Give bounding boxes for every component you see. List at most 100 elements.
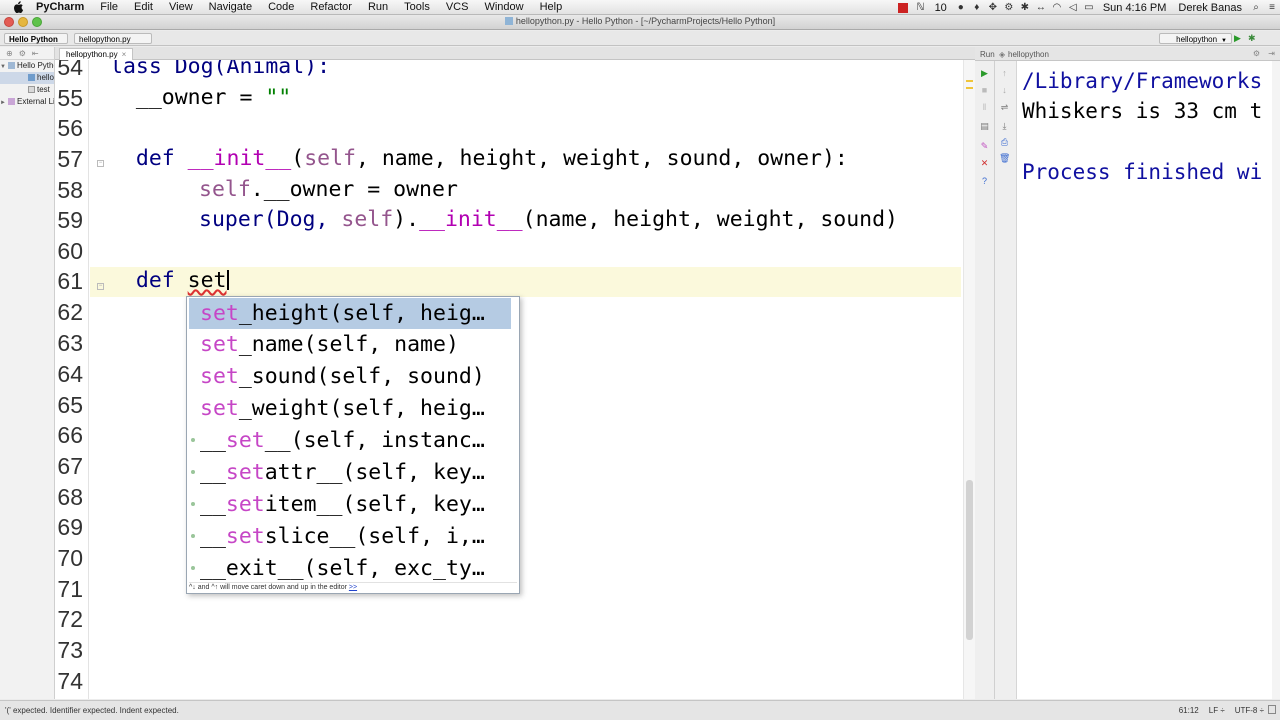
line-number: 70	[57, 545, 83, 571]
completion-match: set	[225, 460, 265, 485]
tree-item-test[interactable]: test	[0, 84, 54, 96]
method-dot-icon	[191, 438, 195, 442]
tree-item-hellopython[interactable]: hellopython.py	[0, 72, 54, 84]
run-panel-title: Run	[980, 50, 995, 59]
bell-icon[interactable]: ♦	[969, 2, 985, 13]
breadcrumb-file[interactable]: hellopython.py	[74, 33, 152, 44]
fold-marker-icon[interactable]: −	[97, 160, 104, 167]
menu-code[interactable]: Code	[260, 0, 302, 15]
stop-icon[interactable]: ■	[979, 85, 990, 96]
settings-icon[interactable]: ⚙	[1253, 49, 1260, 58]
completion-hint-link[interactable]: >>	[349, 584, 357, 591]
battery-level-text[interactable]: 10	[929, 2, 953, 14]
completion-prefix: __	[200, 460, 226, 485]
run-icon[interactable]: ▶	[1234, 33, 1244, 43]
completion-item[interactable]: __setattr__(self, key…	[189, 457, 511, 488]
editor-vertical-scrollbar[interactable]	[963, 60, 975, 699]
menu-window[interactable]: Window	[476, 0, 531, 15]
run-configuration-select[interactable]: hellopython ▼	[1159, 33, 1232, 44]
collapse-icon[interactable]: ⇤	[32, 49, 39, 58]
hide-panel-icon[interactable]: ⇥	[1268, 49, 1275, 58]
fold-marker-icon[interactable]: −	[97, 283, 104, 290]
line-separator[interactable]: LF ÷	[1209, 706, 1225, 715]
line-number: 56	[57, 115, 83, 141]
warning-marker[interactable]	[966, 87, 973, 89]
debug-icon[interactable]: ✱	[1248, 33, 1260, 43]
pin-icon[interactable]: ✎	[979, 141, 990, 152]
line-number: 63	[57, 330, 83, 356]
menu-view[interactable]: View	[161, 0, 201, 15]
breadcrumb-project[interactable]: Hello Python	[4, 33, 68, 44]
input-source-icon[interactable]: ℕ	[913, 2, 929, 13]
code-self-token: self	[341, 207, 394, 232]
menu-refactor[interactable]: Refactor	[302, 0, 360, 15]
completion-item[interactable]: __set__(self, instanc…	[189, 425, 511, 456]
menu-help[interactable]: Help	[532, 0, 571, 15]
menu-edit[interactable]: Edit	[126, 0, 161, 15]
completion-item[interactable]: set_name(self, name)	[189, 329, 511, 360]
pause-icon[interactable]: ‖	[979, 102, 990, 113]
help-icon[interactable]: ?	[979, 176, 990, 187]
completion-rest: __(self, instanc…	[264, 428, 485, 453]
text-file-icon	[28, 86, 35, 93]
menu-user-name[interactable]: Derek Banas	[1172, 2, 1248, 14]
scroll-up-icon[interactable]: ↑	[999, 68, 1010, 79]
menu-run[interactable]: Run	[360, 0, 396, 15]
method-dot-icon	[191, 566, 195, 570]
completion-prefix: __	[200, 428, 226, 453]
menu-clock[interactable]: Sun 4:16 PM	[1097, 2, 1173, 14]
tree-toggle-expanded-icon[interactable]: ▼	[0, 61, 8, 72]
file-encoding[interactable]: UTF-8 ÷	[1235, 706, 1264, 715]
scroll-down-icon[interactable]: ↓	[999, 85, 1010, 96]
bluetooth-icon[interactable]: ✱	[1017, 2, 1033, 13]
close-icon[interactable]: ✕	[979, 158, 990, 169]
recording-icon[interactable]	[897, 2, 908, 13]
soft-wrap-icon[interactable]: ⇌	[999, 102, 1010, 113]
editor-tab-hellopython[interactable]: hellopython.py ×	[59, 48, 134, 60]
completion-hint-text: ^↓ and ^↑ will move caret down and up in…	[189, 584, 347, 591]
lock-icon[interactable]	[1268, 705, 1276, 714]
print-icon[interactable]: ⎙	[999, 137, 1010, 148]
clear-all-icon[interactable]: 🗑	[999, 153, 1010, 164]
warning-marker[interactable]	[966, 80, 973, 82]
menu-tools[interactable]: Tools	[396, 0, 438, 15]
caret-position[interactable]: 61:12	[1179, 706, 1199, 715]
scroll-to-end-icon[interactable]: ⤓	[999, 121, 1010, 132]
volume-icon[interactable]: ↔	[1033, 2, 1049, 13]
sync-icon[interactable]: ⚙	[1001, 2, 1017, 13]
completion-item[interactable]: set_sound(self, sound)	[189, 361, 511, 392]
close-icon[interactable]: ×	[122, 50, 127, 59]
settings-icon[interactable]: ⚙	[19, 49, 26, 58]
restore-layout-icon[interactable]: ▤	[979, 121, 990, 132]
speaker-icon[interactable]: ◁	[1065, 2, 1081, 13]
sync-icon[interactable]: ⊕	[6, 49, 13, 58]
menu-app-name[interactable]: PyCharm	[30, 0, 92, 15]
code-self-token: self	[199, 177, 251, 202]
notification-center-icon[interactable]: ≡	[1264, 2, 1280, 13]
python-file-icon	[504, 17, 513, 25]
completion-item[interactable]: __setslice__(self, i,…	[189, 521, 511, 552]
completion-item[interactable]: set_height(self, heig…	[189, 298, 511, 329]
tree-toggle-collapsed-icon[interactable]: ►	[0, 97, 8, 108]
notification-icon[interactable]: ●	[953, 2, 969, 13]
completion-item[interactable]: set_weight(self, heig…	[189, 393, 511, 424]
dropbox-icon[interactable]: ✥	[985, 2, 1001, 13]
apple-menu-icon[interactable]	[12, 1, 24, 13]
scroll-thumb[interactable]	[966, 480, 973, 640]
battery-icon[interactable]: ▭	[1081, 2, 1097, 13]
menu-file[interactable]: File	[92, 0, 126, 15]
console-scrollbar[interactable]	[1272, 61, 1280, 699]
tree-item-project[interactable]: ▼ Hello Python	[0, 60, 54, 72]
wifi-icon[interactable]: ◠	[1049, 2, 1065, 13]
spotlight-search-icon[interactable]: ⌕	[1248, 2, 1264, 13]
rerun-icon[interactable]: ▶	[979, 68, 990, 79]
menu-vcs[interactable]: VCS	[438, 0, 477, 15]
completion-item[interactable]: __setitem__(self, key…	[189, 489, 511, 520]
run-panel-config[interactable]: hellopython	[1008, 50, 1049, 59]
menu-navigate[interactable]: Navigate	[201, 0, 260, 15]
run-console[interactable]: /Library/Frameworks Whiskers is 33 cm t …	[1017, 61, 1280, 699]
tree-item-external-libraries[interactable]: ► External Libraries	[0, 96, 54, 108]
code-line-54: lass Dog(Animal):	[110, 60, 330, 79]
completion-item[interactable]: __exit__(self, exc_ty…	[189, 553, 511, 584]
window-title-bar: hellopython.py - Hello Python - [~/Pycha…	[0, 15, 1280, 30]
